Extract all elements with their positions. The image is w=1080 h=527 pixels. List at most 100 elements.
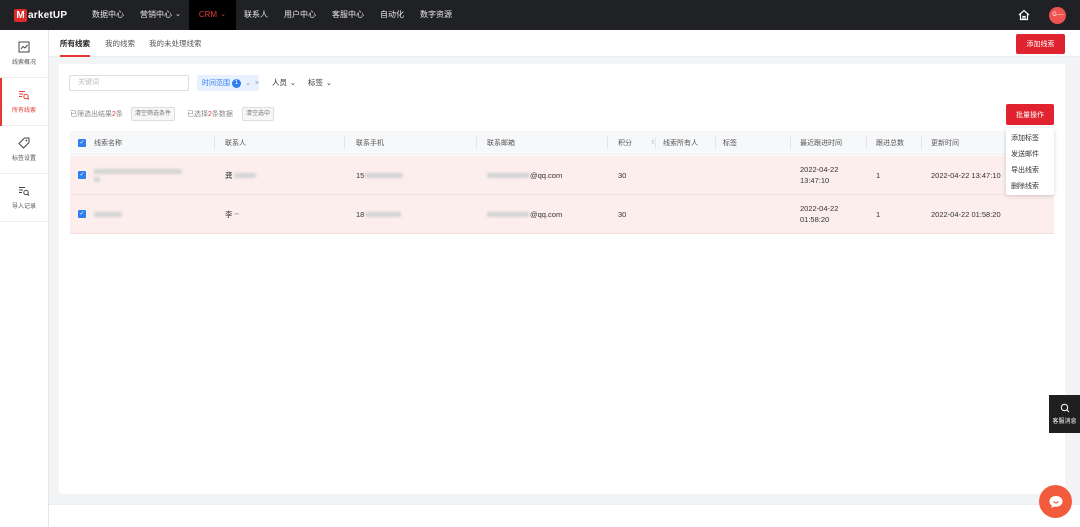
column-header-label: 积分 [618,139,632,147]
column-header-phone: 联系手机 [356,139,384,147]
sidebar-item-label: 线索概况 [11,60,36,66]
avatar[interactable]: Ｇ— [1049,6,1066,24]
nav-item-digital-assets[interactable]: 数字资源 [412,0,460,30]
column-divider [866,137,867,149]
contact-name: 李 [225,209,233,219]
batch-operation-menu: 添加标签 发送邮件 导出线索 删除线索 [1006,128,1054,195]
top-nav-bar: M arketUP 数据中心 营销中心 ⌄ CRM ⌄ 联系人 用户中心 客服中心 … [0,0,1080,30]
tab-all-leads[interactable]: 所有线索 [60,30,90,57]
contact-cell: 李 ∽ [225,195,239,233]
sidebar-item-label: 所有线索 [11,108,36,114]
chevron-down-icon: ⌄ [245,80,251,87]
menu-item-add-tag[interactable]: 添加标签 [1006,131,1054,147]
close-icon[interactable]: × [255,80,259,87]
table-row[interactable]: ✓ 李 ∽ 18 @qq.com 30 2022-04-22 01:58:20 1… [70,195,1054,234]
nav-item-automation[interactable]: 自动化 [372,0,412,30]
sub-tab-bar: 所有线索 我的线索 我的未处理线索 添加线索 [49,30,1080,57]
menu-item-send-email[interactable]: 发送邮件 [1006,147,1054,163]
column-header-updated-time: 更新时间 [931,139,959,147]
people-filter-label: 人员 [272,78,287,87]
column-divider [921,137,922,149]
nav-item-crm[interactable]: CRM ⌄ [188,0,236,30]
clear-selected-button[interactable]: 清空选中 [242,107,275,121]
nav-label: 数据中心 [92,10,124,19]
nav-item-marketing-center[interactable]: 营销中心 ⌄ [132,0,189,30]
tab-my-unprocessed-leads[interactable]: 我的未处理线索 [149,30,202,57]
link-icon: ∽ [233,211,240,218]
column-divider [655,137,656,149]
keyword-input[interactable]: 关键词 [69,75,189,91]
stat-text: 已筛选出结果 [70,111,112,118]
lead-name-cell [94,156,182,194]
redacted-text [365,211,402,217]
email-cell: @qq.com [487,195,562,233]
tags-filter[interactable]: 标签 ⌄ [308,75,332,91]
redacted-text [94,176,100,182]
logo-mark: M [14,8,27,22]
updated-time-cell: 2022-04-22 13:47:10 [931,170,1001,180]
row-checkbox[interactable]: ✓ [78,171,86,179]
redacted-text [94,211,122,217]
top-right-area: Ｇ— [1017,0,1066,30]
nav-item-service-center[interactable]: 客服中心 [324,0,372,30]
column-header-score[interactable]: 积分 ⇕ [618,131,655,154]
sidebar-item-import-records[interactable]: 导入记录 [0,174,48,222]
chat-button[interactable] [1039,485,1072,518]
select-all-checkbox[interactable]: ✓ [78,138,86,147]
last-follow-time-cell: 2022-04-22 01:58:20 [800,195,838,233]
last-follow-time-cell: 2022-04-22 13:47:10 [800,156,838,194]
table-header: ✓ 线索名称 联系人 联系手机 联系邮箱 积分 ⇕ 线索所有人 标签 最近跟进时间… [70,131,1054,155]
leads-panel: 关键词 时间范围 1 ⌄ × 人员 ⌄ 标签 ⌄ 已筛选出结果2条 清空筛选条件 已… [59,64,1065,494]
follow-date: 2022-04-22 [800,204,839,213]
chat-bubble-icon [1049,495,1062,508]
filter-count-badge: 1 [232,78,241,88]
sidebar-item-label: 标签设置 [11,156,36,162]
nav-item-data-center[interactable]: 数据中心 [84,0,132,30]
sidebar-item-label: 导入记录 [11,204,36,210]
menu-item-export-leads[interactable]: 导出线索 [1006,163,1054,179]
message-search-icon [1060,403,1069,413]
nav-label: 用户中心 [283,10,316,19]
sidebar: 线索概况 所有线索 标签设置 导入记录 [0,30,49,527]
column-divider [607,137,608,149]
score-cell: 30 [618,209,627,219]
batch-operation-button[interactable]: 批量操作 [1006,104,1054,125]
follow-count-cell: 1 [876,209,881,219]
nav-item-user-center[interactable]: 用户中心 [276,0,324,30]
row-checkbox[interactable]: ✓ [78,210,86,218]
phone-prefix: 15 [356,170,365,180]
home-icon[interactable] [1017,8,1031,22]
contact-name: 龚 [225,170,233,180]
column-divider [476,137,477,149]
support-label: 客服消息 [1052,419,1077,425]
nav-label: 客服中心 [331,10,364,19]
list-search-icon [19,187,30,196]
follow-time: 01:58:20 [800,215,830,224]
follow-date: 2022-04-22 [800,165,839,174]
sidebar-item-all-leads[interactable]: 所有线索 [0,78,48,126]
app-logo[interactable]: M arketUP [14,8,80,22]
time-range-filter[interactable]: 时间范围 1 ⌄ × [197,75,259,91]
bottom-strip [49,504,1080,527]
chevron-down-icon: ⌄ [290,80,296,87]
sidebar-item-tag-settings[interactable]: 标签设置 [0,126,48,174]
nav-label: CRM [198,10,218,19]
column-header-follow-count: 跟进总数 [876,139,904,147]
column-header-email: 联系邮箱 [487,139,515,147]
people-filter[interactable]: 人员 ⌄ [272,75,296,91]
column-header-lead-owner: 线索所有人 [663,139,698,147]
nav-item-contacts[interactable]: 联系人 [236,0,276,30]
add-lead-button[interactable]: 添加线索 [1016,34,1065,54]
column-divider [344,137,345,149]
customer-service-messages[interactable]: 客服消息 [1049,395,1080,433]
column-divider [715,137,716,149]
clear-filter-button[interactable]: 清空筛选条件 [131,107,176,121]
time-range-label: 时间范围 [202,80,230,87]
menu-item-delete-leads[interactable]: 删除线索 [1006,179,1054,195]
chevron-down-icon: ⌄ [326,80,332,87]
tab-my-leads[interactable]: 我的线索 [105,30,135,57]
chevron-down-icon: ⌄ [175,11,181,18]
table-row[interactable]: ✓ 龚 15 @qq.com 30 2022-04-22 13:47:10 1 … [70,156,1054,195]
column-header-tags: 标签 [723,139,737,147]
sidebar-item-lead-overview[interactable]: 线索概况 [0,30,48,78]
